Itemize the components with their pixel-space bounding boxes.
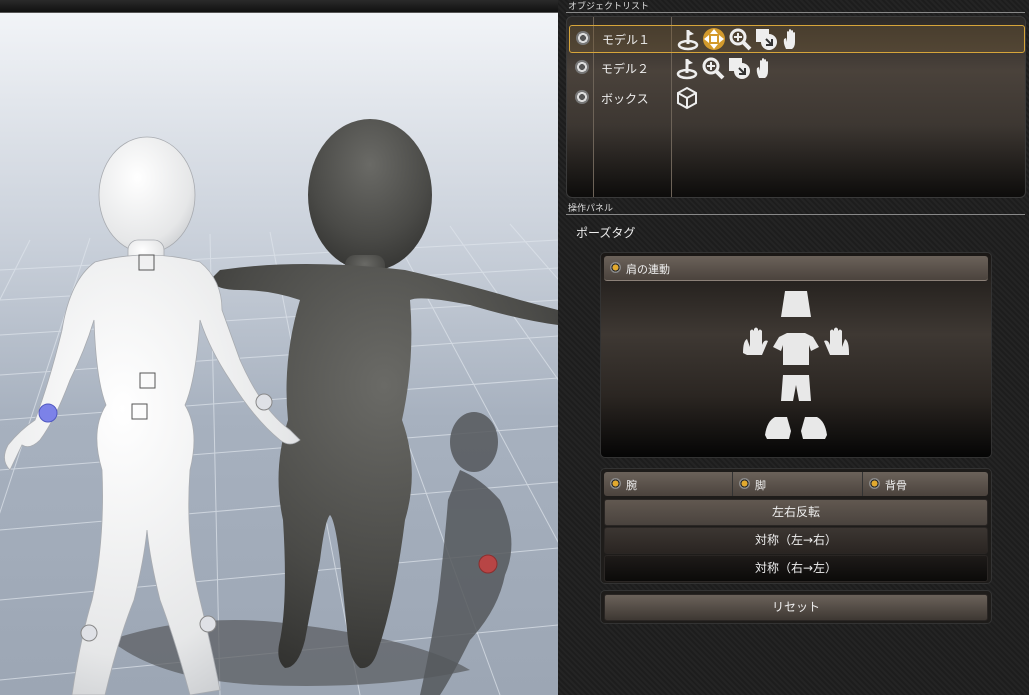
flip-button[interactable]: 左右反転 <box>604 499 988 526</box>
zoom-icon[interactable] <box>728 27 752 51</box>
right-shoe-icon[interactable] <box>765 417 791 439</box>
3d-viewport[interactable] <box>0 0 558 695</box>
visibility-eye-icon[interactable] <box>575 60 589 74</box>
left-shoe-icon[interactable] <box>801 417 827 439</box>
box-icon[interactable] <box>675 86 699 110</box>
shoulder-link-toggle[interactable]: 肩の連動 <box>604 256 988 281</box>
radio-icon[interactable] <box>610 262 621 273</box>
radio-icon[interactable] <box>610 478 621 489</box>
head-part-icon[interactable] <box>781 291 811 317</box>
viewport-topbar <box>0 0 558 13</box>
move-icon[interactable] <box>702 27 726 51</box>
object-row-model-1[interactable]: モデル１ <box>569 25 1025 53</box>
arm-label: 腕 <box>626 479 637 492</box>
body-part-selector[interactable] <box>741 289 851 449</box>
right-hand-icon[interactable] <box>743 327 768 356</box>
object-name: モデル２ <box>601 62 650 76</box>
object-name: ボックス <box>601 92 649 106</box>
reset-icon[interactable] <box>754 27 778 51</box>
parts-controls: 腕 脚 背骨 左右反転 対称（左→右） 対称（右→左） <box>600 468 992 584</box>
reset-button[interactable]: リセット <box>604 594 988 621</box>
radio-icon[interactable] <box>869 478 880 489</box>
zoom-icon[interactable] <box>701 56 725 80</box>
model-2-figure[interactable] <box>210 119 558 669</box>
object-list-label: オブジェクトリスト <box>568 2 650 12</box>
pose-tag-title: ポーズタグ <box>576 226 636 240</box>
handle-left-elbow[interactable] <box>255 393 273 411</box>
wall-shadow <box>420 412 512 695</box>
operation-panel: 操作パネル ポーズタグ 肩の連動 腕 脚 背骨 左右反転 対称（左→右） 対称（… <box>558 204 1029 695</box>
visibility-eye-icon[interactable] <box>576 31 590 45</box>
divider <box>566 214 1025 215</box>
object-list: モデル１ モデル２ ボックス <box>566 16 1026 198</box>
mirror-left-to-right-button[interactable]: 対称（左→右） <box>604 527 988 554</box>
arm-toggle[interactable]: 腕 <box>604 472 732 496</box>
hand-icon[interactable] <box>780 27 804 51</box>
rotate-icon[interactable] <box>676 27 700 51</box>
reset-icon[interactable] <box>727 56 751 80</box>
spine-label: 背骨 <box>885 479 907 492</box>
handle-right-elbow[interactable] <box>38 403 58 423</box>
right-panel: オブジェクトリスト モデル１ モデル２ ボックス 操作パネル ポーズタグ 肩の連… <box>558 0 1029 695</box>
handle-red-marker[interactable] <box>478 554 498 574</box>
spine-toggle[interactable]: 背骨 <box>863 472 989 496</box>
hand-icon[interactable] <box>753 56 777 80</box>
shoulder-link-label: 肩の連動 <box>626 263 670 276</box>
object-row-box[interactable]: ボックス <box>569 85 1023 111</box>
parts-toggle-row: 腕 脚 背骨 <box>604 472 988 496</box>
pose-tag-box: 肩の連動 <box>600 252 992 458</box>
divider <box>862 472 863 496</box>
leg-label: 脚 <box>755 479 766 492</box>
radio-icon[interactable] <box>739 478 750 489</box>
reset-controls: リセット <box>600 590 992 624</box>
mirror-right-to-left-button[interactable]: 対称（右→左） <box>604 555 988 582</box>
visibility-eye-icon[interactable] <box>575 90 589 104</box>
handle-right-knee[interactable] <box>80 624 98 642</box>
rotate-icon[interactable] <box>675 56 699 80</box>
divider <box>732 472 733 496</box>
divider <box>566 12 1025 13</box>
operation-panel-label: 操作パネル <box>568 204 614 214</box>
leg-toggle[interactable]: 脚 <box>733 472 861 496</box>
shirt-part-icon[interactable] <box>773 333 819 365</box>
shorts-part-icon[interactable] <box>781 375 811 401</box>
object-row-model-2[interactable]: モデル２ <box>569 55 1023 81</box>
left-hand-icon[interactable] <box>824 327 849 356</box>
scene-canvas[interactable] <box>0 0 558 695</box>
handle-left-knee[interactable] <box>199 615 217 633</box>
object-name: モデル１ <box>602 33 651 47</box>
